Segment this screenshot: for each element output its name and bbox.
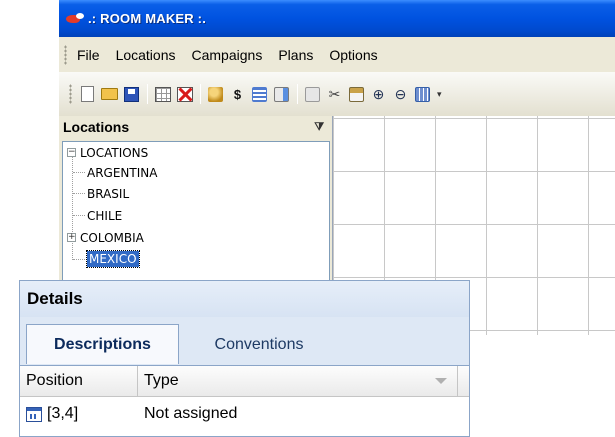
menu-options[interactable]: Options [329,47,377,63]
save-icon [124,86,139,102]
pin-icon[interactable]: ⧩ [314,121,324,134]
currency-button[interactable]: $ [228,85,247,104]
cell-type: Not assigned [138,405,237,423]
calculator-icon [415,86,430,102]
position-value: [3,4] [47,405,79,422]
menu-campaigns[interactable]: Campaigns [192,47,263,63]
menu-locations[interactable]: Locations [116,47,176,63]
table-row[interactable]: [3,4] Not assigned [20,401,469,427]
type-value: Not assigned [144,405,238,422]
tree-connector [73,193,85,194]
column-header-position[interactable]: Position [20,366,138,396]
tree-node-argentina[interactable]: ARGENTINA [87,164,157,181]
export-button[interactable] [272,85,291,104]
delete-grid-button[interactable] [175,85,194,104]
list-button[interactable] [250,85,269,104]
menu-grip-handle[interactable] [64,44,67,65]
toolbar-separator [297,84,298,104]
menu-bar: File Locations Campaigns Plans Options [59,37,615,72]
users-button[interactable] [206,85,225,104]
export-icon [274,86,289,102]
toolbar-separator [200,84,201,104]
locations-panel-title: Locations [63,119,130,135]
tree-node-label: CHILE [87,208,123,223]
locations-panel-header: Locations ⧩ [59,116,332,138]
tree-connector [73,259,85,260]
filter-dropdown-icon[interactable] [435,378,447,384]
cut-icon: ✂ [328,85,341,102]
paste-button[interactable] [347,85,366,104]
paste-icon [349,86,364,102]
tab-label: Conventions [214,336,304,353]
column-header-type[interactable]: Type [138,366,458,396]
title-bar[interactable]: .: ROOM MAKER :. [59,0,615,37]
zoom-out-button[interactable]: ⊖ [391,85,410,104]
cell-position: [3,4] [20,405,138,423]
delete-grid-icon [176,86,193,102]
toolbar-separator [147,84,148,104]
details-panel: Details Descriptions Conventions Positio… [19,280,470,437]
edit-icon [305,86,320,102]
details-panel-header[interactable]: Details [20,281,469,317]
column-header-label: Position [26,372,83,389]
tree-node-label: MEXICO [86,249,140,268]
column-header-label: Type [144,372,179,389]
open-button[interactable] [100,85,119,104]
details-panel-title: Details [27,289,83,308]
tree-connector [73,215,85,216]
expand-icon[interactable]: + [67,233,76,242]
tree-node-brasil[interactable]: BRASIL [87,185,129,202]
grid-icon [154,86,171,102]
zoom-in-icon: ⊕ [372,85,385,102]
window-title: .: ROOM MAKER :. [88,11,207,26]
tree-node-label: COLOMBIA [80,230,144,245]
save-button[interactable] [122,85,141,104]
tree-connector [73,172,85,173]
calculator-button[interactable] [413,85,432,104]
tree-node-label: LOCATIONS [80,145,149,160]
tree-node-label: BRASIL [87,186,130,201]
list-icon [252,86,267,102]
currency-icon: $ [233,86,242,102]
tree-node-locations[interactable]: − LOCATIONS [67,144,148,161]
app-logo-icon [66,12,85,25]
tab-label: Descriptions [54,335,151,353]
zoom-out-icon: ⊖ [394,85,407,102]
cut-button[interactable]: ✂ [325,85,344,104]
new-button[interactable] [78,85,97,104]
menu-file[interactable]: File [77,47,100,63]
tab-conventions[interactable]: Conventions [184,326,334,364]
zoom-in-button[interactable]: ⊕ [369,85,388,104]
grid-button[interactable] [153,85,172,104]
toolbar-grip-handle[interactable] [69,84,72,104]
new-icon [81,86,94,102]
tree-node-chile[interactable]: CHILE [87,207,122,224]
details-tabs: Descriptions Conventions [20,320,469,364]
details-grid-body: [3,4] Not assigned [20,397,469,436]
edit-button[interactable] [303,85,322,104]
tree-node-colombia[interactable]: + COLOMBIA [67,229,144,246]
tree-node-mexico[interactable]: MEXICO [86,249,140,268]
toolbar: $ ✂ ⊕ ⊖ ▾ [59,72,615,116]
menu-plans[interactable]: Plans [278,47,313,63]
users-icon [208,86,223,102]
details-grid-header: Position Type [20,365,469,397]
open-folder-icon [101,88,118,100]
tree-node-label: ARGENTINA [87,165,158,180]
table-cell-icon [26,406,42,422]
toolbar-overflow-icon[interactable]: ▾ [437,89,442,100]
collapse-icon[interactable]: − [67,148,76,157]
tab-descriptions[interactable]: Descriptions [26,324,179,364]
